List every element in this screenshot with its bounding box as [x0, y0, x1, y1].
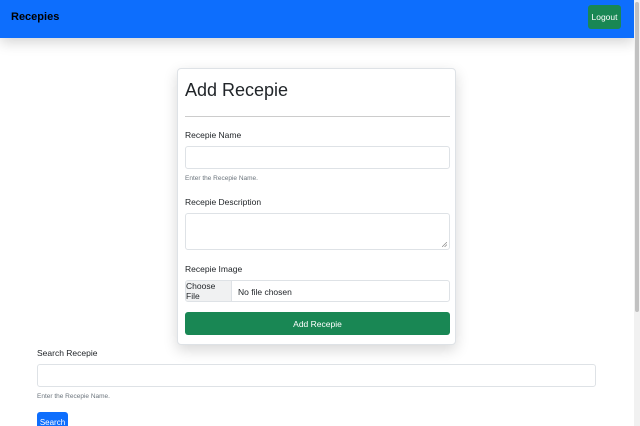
logout-button[interactable]: Logout — [588, 5, 621, 29]
resize-handle-icon[interactable] — [442, 242, 447, 247]
search-recepie-label: Search Recepie — [37, 348, 98, 358]
add-recepie-card: Add Recepie Recepie Name Enter the Recep… — [177, 68, 456, 345]
navbar-brand[interactable]: Recepies — [11, 11, 59, 23]
recepie-name-label: Recepie Name — [185, 130, 242, 140]
search-button[interactable]: Search — [37, 412, 68, 426]
recepie-image-label: Recepie Image — [185, 264, 243, 274]
recepie-name-input[interactable] — [185, 146, 450, 169]
search-help: Enter the Recepie Name. — [37, 393, 110, 400]
add-recepie-button[interactable]: Add Recepie — [185, 312, 450, 335]
navbar: Recepies Logout — [0, 0, 634, 38]
page-scrollbar[interactable] — [634, 0, 640, 426]
choose-file-button[interactable]: Choose File — [186, 281, 232, 301]
recepie-image-file-input[interactable]: Choose File No file chosen — [185, 280, 450, 302]
scrollbar-thumb[interactable] — [635, 2, 639, 312]
title-divider — [185, 116, 450, 117]
recepie-name-help: Enter the Recepie Name. — [185, 175, 258, 182]
recepie-description-textarea[interactable] — [185, 213, 450, 250]
card-title: Add Recepie — [185, 80, 289, 100]
file-status-text: No file chosen — [238, 287, 292, 297]
recepie-description-label: Recepie Description — [185, 197, 262, 207]
search-input[interactable] — [37, 364, 596, 387]
